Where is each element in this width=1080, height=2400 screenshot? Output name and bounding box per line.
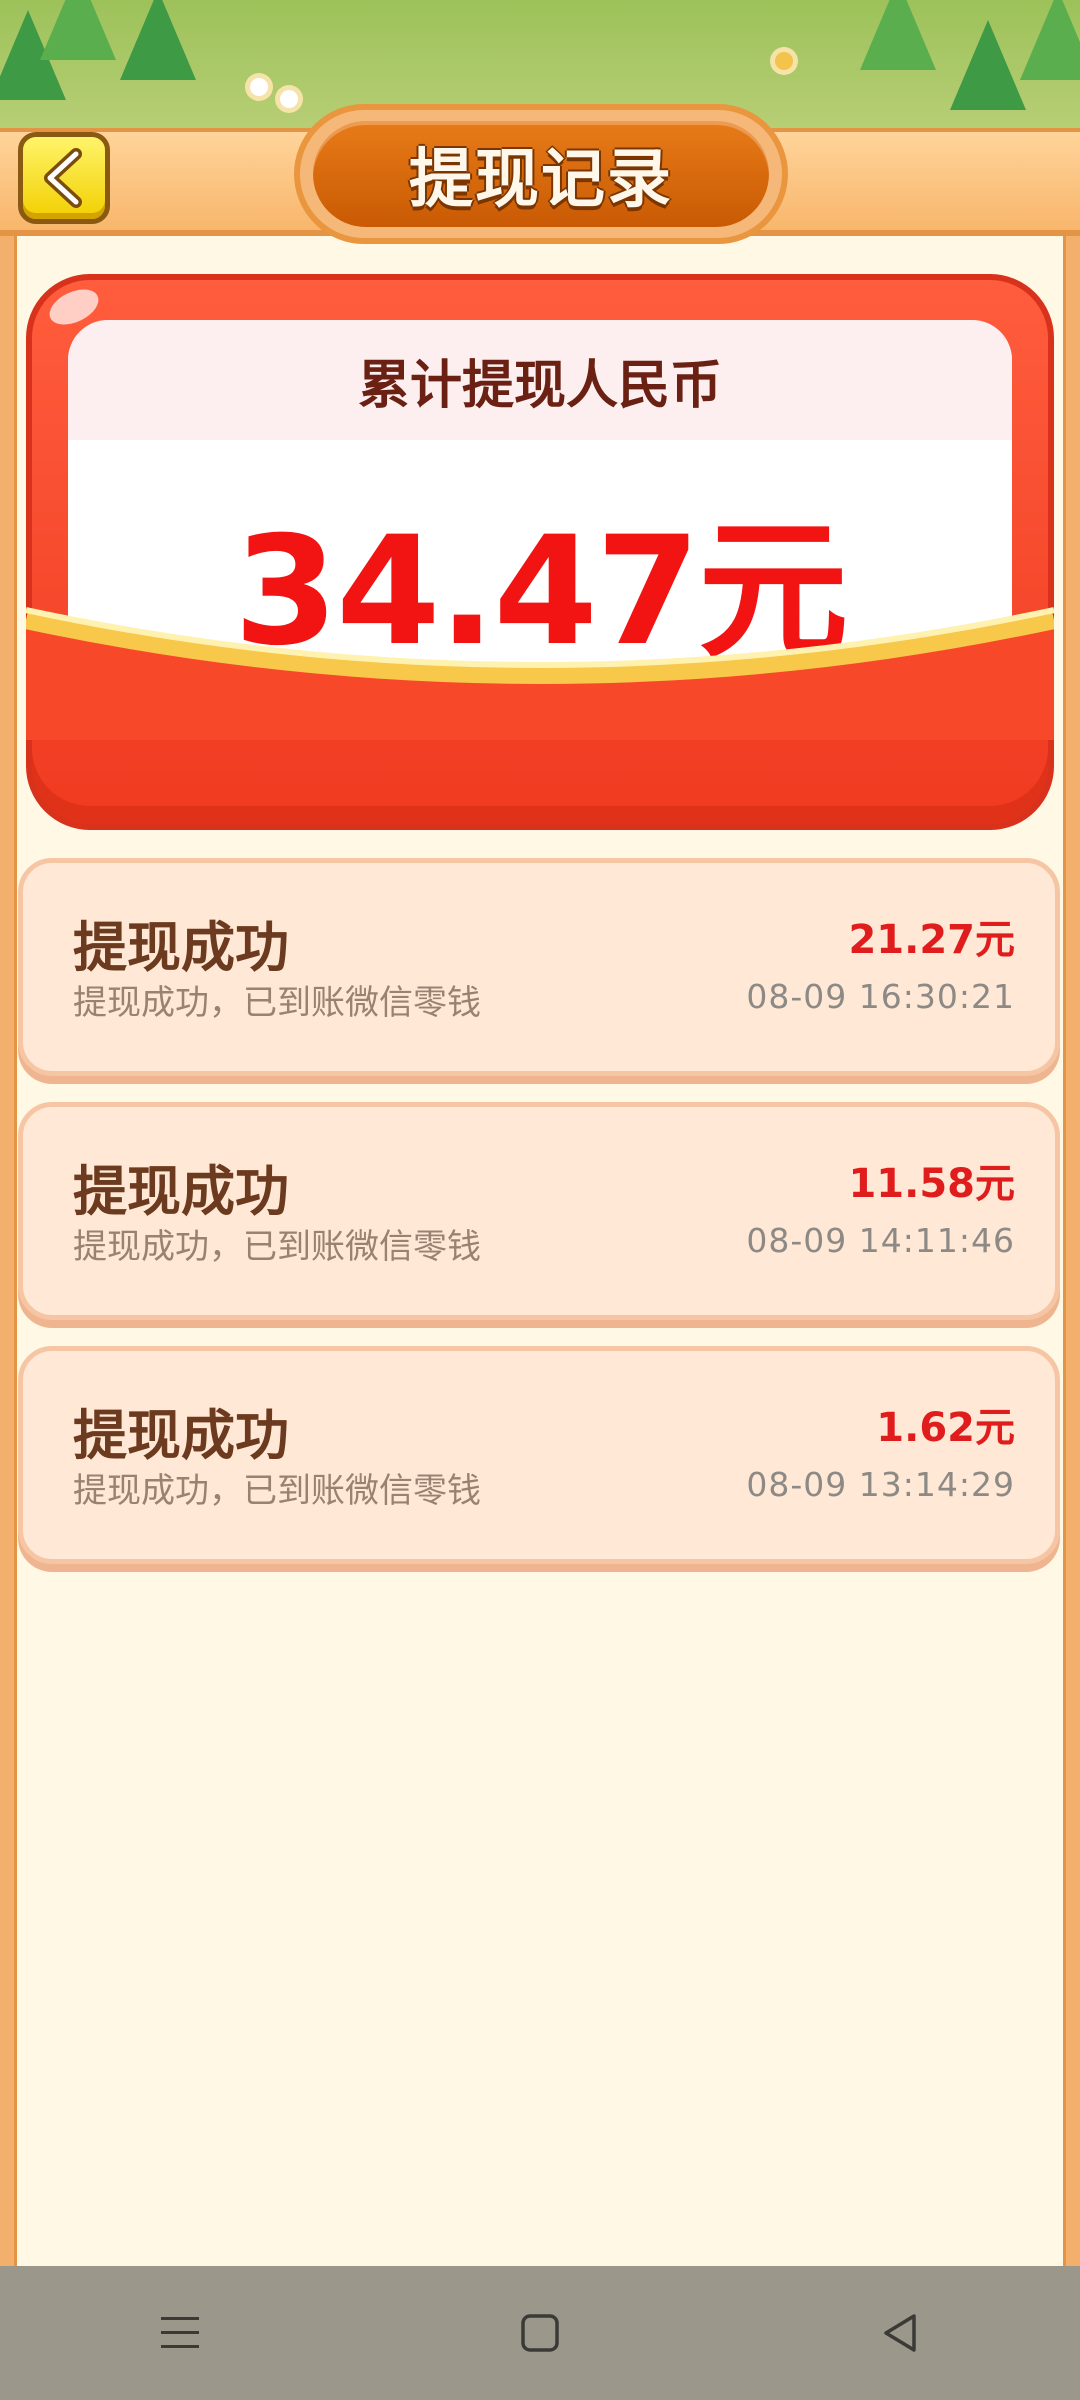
system-back-button[interactable] (840, 2283, 960, 2383)
tree-decoration (950, 20, 1026, 110)
system-nav-bar (0, 2266, 1080, 2400)
title-plate: 提现记录 (294, 104, 788, 244)
tree-decoration (120, 0, 196, 80)
record-description: 提现成功，已到账微信零钱 (73, 983, 481, 1023)
title-inner: 提现记录 (313, 121, 769, 227)
flower-decoration (250, 78, 268, 96)
flower-decoration (280, 90, 298, 108)
page-title: 提现记录 (409, 143, 673, 217)
record-amount: 1.62元 (876, 1405, 1015, 1451)
page-border-left (0, 236, 17, 2266)
total-withdrawal-label: 累计提现人民币 (357, 355, 722, 416)
tree-decoration (40, 0, 116, 60)
record-time: 08-09 14:11:46 (746, 1221, 1015, 1260)
record-amount: 11.58元 (848, 1161, 1015, 1207)
record-amount: 21.27元 (848, 917, 1015, 963)
flower-decoration (775, 52, 793, 70)
back-button[interactable] (18, 132, 110, 224)
withdrawal-record[interactable]: 提现成功 提现成功，已到账微信零钱 11.58元 08-09 14:11:46 (18, 1102, 1060, 1320)
tree-decoration (1020, 0, 1080, 80)
record-status: 提现成功 (73, 1160, 289, 1223)
recent-apps-button[interactable] (120, 2283, 240, 2383)
total-withdrawal-card: 累计提现人民币 34.47元 (26, 274, 1054, 830)
record-time: 08-09 13:14:29 (746, 1465, 1015, 1504)
total-label-band: 累计提现人民币 (68, 320, 1012, 440)
record-status: 提现成功 (73, 1404, 289, 1467)
withdrawal-record[interactable]: 提现成功 提现成功，已到账微信零钱 1.62元 08-09 13:14:29 (18, 1346, 1060, 1564)
page-border-right (1063, 236, 1080, 2266)
record-status: 提现成功 (73, 916, 289, 979)
home-button[interactable] (480, 2283, 600, 2383)
chevron-left-icon (44, 148, 82, 208)
withdrawal-record[interactable]: 提现成功 提现成功，已到账微信零钱 21.27元 08-09 16:30:21 (18, 858, 1060, 1076)
record-description: 提现成功，已到账微信零钱 (73, 1227, 481, 1267)
tree-decoration (860, 0, 936, 70)
record-time: 08-09 16:30:21 (746, 977, 1015, 1016)
gold-arc-decoration (26, 607, 1054, 740)
back-triangle-icon (884, 2314, 916, 2352)
home-square-icon (521, 2314, 559, 2352)
record-description: 提现成功，已到账微信零钱 (73, 1471, 481, 1511)
menu-icon (161, 2317, 199, 2348)
